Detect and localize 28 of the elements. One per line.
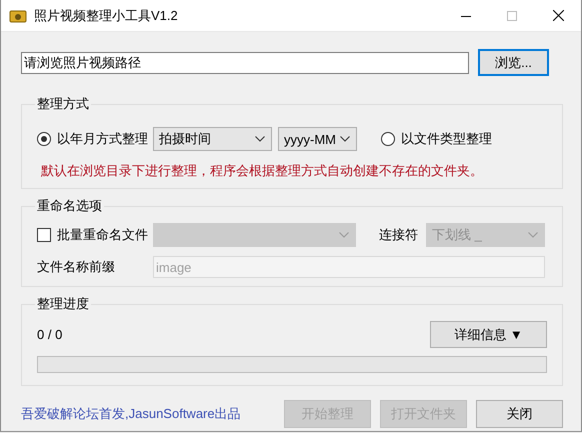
info-note: 默认在浏览目录下进行整理，程序会根据整理方式自动创建不存在的文件夹。 (41, 162, 484, 180)
group-title: 整理进度 (36, 295, 90, 313)
chevron-down-icon (528, 232, 538, 238)
chevron-down-icon (340, 136, 350, 142)
window-title: 照片视频整理小工具V1.2 (34, 6, 179, 24)
close-icon (552, 10, 564, 21)
checkbox-label: 批量重命名文件 (57, 226, 148, 244)
progress-count: 0 / 0 (37, 327, 62, 342)
radio-button[interactable] (37, 132, 51, 146)
credit-link[interactable]: 吾爱破解论坛首发,JasunSoftware出品 (21, 405, 284, 423)
chevron-down-icon (339, 232, 349, 238)
close-dialog-button[interactable]: 关闭 (476, 400, 563, 428)
chevron-down-icon (255, 136, 265, 142)
group-title: 整理方式 (36, 95, 90, 113)
folder-camera-icon (9, 8, 27, 22)
path-field[interactable]: 请浏览照片视频路径 (21, 52, 469, 74)
radio-label: 以年月方式整理 (57, 130, 148, 148)
group-title: 重命名选项 (36, 197, 103, 215)
radio-label: 以文件类型整理 (401, 130, 492, 148)
time-source-dropdown[interactable]: 拍摄时间 (153, 127, 272, 151)
radio-button[interactable] (381, 132, 395, 146)
checkbox[interactable] (37, 228, 51, 242)
details-button[interactable]: 详细信息 ▼ (430, 321, 547, 348)
field-label: 文件名称前缀 (37, 258, 116, 276)
maximize-icon (507, 10, 517, 20)
date-format-dropdown[interactable]: yyyy-MM (278, 127, 357, 151)
browse-button[interactable]: 浏览... (478, 49, 549, 76)
field-label: 连接符 (379, 226, 419, 244)
